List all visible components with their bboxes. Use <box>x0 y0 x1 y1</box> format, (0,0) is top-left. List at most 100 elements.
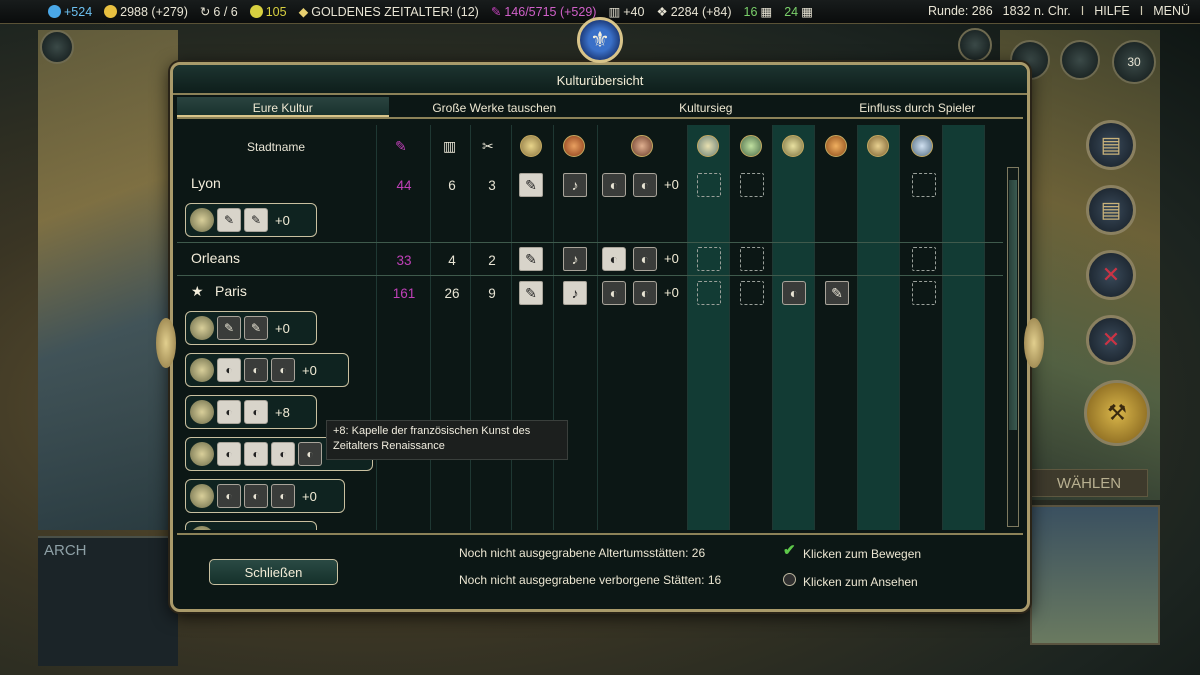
table-scrollbar[interactable] <box>1007 167 1019 527</box>
wonder-icon[interactable] <box>740 135 762 157</box>
cancel-icon[interactable]: ✕ <box>1086 250 1136 300</box>
year-label: 1832 n. Chr. <box>1002 4 1071 18</box>
city-great-works: 3 <box>488 178 496 193</box>
trade-stat[interactable]: ↻ 6 / 6 <box>199 4 238 20</box>
art-work-slot[interactable]: ◐ <box>217 400 241 424</box>
building-bonus: +0 <box>302 488 317 504</box>
art-work-slot[interactable]: ◐ <box>633 281 657 305</box>
art-work-slot[interactable]: ◐ <box>298 442 322 466</box>
writing-work-slot[interactable]: ✎ <box>244 208 268 232</box>
golden-age-stat[interactable]: ◆ GOLDENES ZEITALTER! (12) <box>299 4 479 20</box>
resource-icon: ▦ <box>801 5 813 19</box>
writing-work-slot[interactable]: ✎ <box>244 316 268 340</box>
art-work-slot[interactable]: ◐ <box>271 442 295 466</box>
slot-bonus: +0 <box>664 251 679 266</box>
view-radio[interactable] <box>783 573 796 586</box>
city-name[interactable]: Orleans <box>191 250 240 266</box>
religion-icon[interactable] <box>1060 40 1100 80</box>
close-button[interactable]: Schließen <box>209 559 338 585</box>
faith-stat[interactable]: ❖ 2284 (+84) <box>656 4 731 20</box>
writing-work-slot[interactable]: ✎ <box>519 247 543 271</box>
music-work-slot[interactable]: ♪ <box>563 247 587 271</box>
scrollbar-thumb[interactable] <box>1009 180 1017 430</box>
culture-table: Stadtname ✎ ▥ ✂ Lyon 44 6 3 ✎ ♪ ◐ ◐ +0 ✎… <box>177 125 1003 530</box>
building-bonus: +0 <box>275 320 290 336</box>
building-card[interactable]: ✎ ✎ +0 <box>185 203 317 237</box>
writing-work-slot[interactable]: ✎ <box>217 208 241 232</box>
tab-trade-great-works[interactable]: Große Werke tauschen <box>389 97 601 117</box>
writing-slot-icon[interactable] <box>520 135 542 157</box>
wonder-icon[interactable] <box>911 135 933 157</box>
art-work-slot[interactable]: ◐ <box>271 358 295 382</box>
art-work-slot[interactable]: ◐ <box>782 281 806 305</box>
wonder-icon[interactable] <box>782 135 804 157</box>
city-name[interactable]: Lyon <box>191 175 221 191</box>
wonder-icon[interactable] <box>825 135 847 157</box>
empty-wonder-slot <box>912 173 936 197</box>
wonder-icon[interactable] <box>697 135 719 157</box>
happiness-stat[interactable]: 105 <box>249 5 287 19</box>
pickaxe-icon[interactable]: ⚒ <box>1084 380 1150 446</box>
art-work-slot[interactable]: ◐ <box>217 442 241 466</box>
city-name[interactable]: Paris <box>215 283 247 299</box>
art-slot-icon[interactable] <box>631 135 653 157</box>
city-great-works: 2 <box>488 253 496 268</box>
collapse-icon[interactable] <box>40 30 74 64</box>
tab-culture-victory[interactable]: Kultursieg <box>600 97 812 117</box>
science-stat[interactable]: +524 <box>48 5 92 19</box>
tourism-stat[interactable]: ▥ +40 <box>608 4 644 20</box>
art-work-slot[interactable]: ◐ <box>602 173 626 197</box>
trade-route-icon: ↻ <box>199 5 211 19</box>
tourism-column-icon[interactable]: ▥ <box>443 138 456 155</box>
art-work-slot[interactable]: ◐ <box>271 484 295 508</box>
culture-stat[interactable]: ✎ 146/5715 (+529) <box>491 4 597 20</box>
building-icon <box>190 208 214 232</box>
cancel-icon[interactable]: ✕ <box>1086 315 1136 365</box>
art-work-slot[interactable]: ◐ <box>244 442 268 466</box>
art-work-slot[interactable]: ◐ <box>633 247 657 271</box>
building-card[interactable]: ◐ ◐ +8 <box>185 395 317 429</box>
writing-work-slot[interactable]: ✎ <box>217 316 241 340</box>
move-option-label[interactable]: Klicken zum Bewegen <box>803 547 921 561</box>
building-icon <box>190 526 214 530</box>
art-work-slot[interactable]: ◐ <box>244 400 268 424</box>
notification-icon[interactable]: ▤ <box>1086 120 1136 170</box>
city-culture: 44 <box>396 178 412 193</box>
great-works-column-icon[interactable]: ✂ <box>482 138 494 155</box>
art-work-slot[interactable]: ◐ <box>244 358 268 382</box>
help-button[interactable]: HILFE <box>1094 4 1129 18</box>
writing-work-slot[interactable]: ✎ <box>519 281 543 305</box>
art-work-slot[interactable]: ◐ <box>244 484 268 508</box>
city-tourism: 26 <box>444 286 460 301</box>
unit-badge[interactable]: 30 <box>1112 40 1156 84</box>
music-work-slot[interactable]: ♪ <box>563 173 587 197</box>
resource-stat[interactable]: 16 ▦ <box>744 4 773 20</box>
minimap[interactable] <box>1030 505 1160 645</box>
art-work-slot[interactable]: ◐ <box>602 281 626 305</box>
choose-panel-label[interactable]: WÄHLEN <box>1030 469 1148 497</box>
header-city-name[interactable]: Stadtname <box>247 140 305 154</box>
notification-icon[interactable]: ▤ <box>1086 185 1136 235</box>
menu-button[interactable]: MENÜ <box>1153 4 1190 18</box>
art-work-slot[interactable]: ◐ <box>602 247 626 271</box>
building-card[interactable] <box>185 521 317 530</box>
writing-work-slot[interactable]: ✎ <box>825 281 849 305</box>
view-option-label[interactable]: Klicken zum Ansehen <box>803 575 918 589</box>
building-card[interactable]: ◐ ◐ ◐ +0 <box>185 353 349 387</box>
tab-player-influence[interactable]: Einfluss durch Spieler <box>812 97 1024 117</box>
tab-your-culture[interactable]: Eure Kultur <box>177 97 389 117</box>
art-work-slot[interactable]: ◐ <box>633 173 657 197</box>
art-work-slot[interactable]: ◐ <box>217 484 241 508</box>
writing-work-slot[interactable]: ✎ <box>519 173 543 197</box>
dialog-title: Kulturübersicht <box>556 73 644 88</box>
music-work-slot[interactable]: ♪ <box>563 281 587 305</box>
building-card[interactable]: ✎ ✎ +0 <box>185 311 317 345</box>
music-slot-icon[interactable] <box>563 135 585 157</box>
art-work-slot[interactable]: ◐ <box>217 358 241 382</box>
culture-column-icon[interactable]: ✎ <box>395 138 407 155</box>
wonder-icon[interactable] <box>867 135 889 157</box>
resource-stat[interactable]: 24 ▦ <box>784 4 813 20</box>
scroll-icon[interactable] <box>958 28 992 62</box>
gold-stat[interactable]: 2988 (+279) <box>104 5 188 19</box>
building-card[interactable]: ◐ ◐ ◐ +0 <box>185 479 345 513</box>
